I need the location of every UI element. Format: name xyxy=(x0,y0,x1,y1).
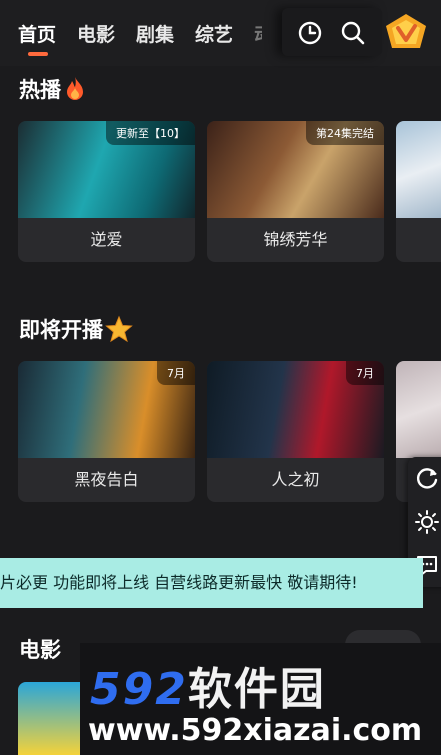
update-badge: 更新至【10】 xyxy=(106,121,195,145)
release-badge: 7月 xyxy=(157,361,195,385)
search-icon[interactable] xyxy=(340,20,366,46)
poster-image xyxy=(396,121,441,218)
tab-anime[interactable]: 动漫 xyxy=(254,20,262,47)
history-icon[interactable] xyxy=(297,20,323,46)
star-icon xyxy=(105,315,133,343)
refresh-icon[interactable] xyxy=(414,465,440,491)
section-title-movies: 电影 xyxy=(19,638,61,662)
brightness-icon[interactable] xyxy=(414,509,440,535)
video-title: 黑夜告白 xyxy=(74,470,139,489)
tab-home[interactable]: 首页 xyxy=(18,20,56,56)
top-toolbar xyxy=(282,8,382,56)
tab-series[interactable]: 剧集 xyxy=(136,20,174,47)
video-title: 人之初 xyxy=(271,470,320,489)
update-badge: 第24集完结 xyxy=(306,121,384,145)
fire-icon xyxy=(67,77,83,100)
video-card[interactable] xyxy=(396,121,441,262)
tab-variety[interactable]: 综艺 xyxy=(195,20,233,47)
video-title xyxy=(396,218,441,262)
category-tabs: 首页 电影 剧集 综艺 动漫 xyxy=(18,20,262,56)
video-card[interactable]: 7月 黑夜告白 xyxy=(18,361,195,502)
video-card[interactable]: 7月 人之初 xyxy=(207,361,384,502)
watermark-logo: 592软件园 xyxy=(90,664,326,715)
video-title: 逆爱 xyxy=(90,230,123,249)
tab-movies[interactable]: 电影 xyxy=(77,20,115,47)
top-nav-bar: 首页 电影 剧集 综艺 动漫 xyxy=(0,0,441,66)
watermark-url: www.592xiazai.com xyxy=(88,713,423,748)
video-title: 锦绣芳华 xyxy=(263,230,328,249)
section-title-coming-soon: 即将开播 xyxy=(19,314,133,344)
announcement-marquee: 片必更 功能即将上线 自营线路更新最快 敬请期待! xyxy=(0,558,423,608)
section-title-hot: 热播 xyxy=(19,74,87,104)
site-watermark: 592软件园 www.592xiazai.com xyxy=(80,643,441,755)
vip-logo[interactable] xyxy=(384,12,428,52)
video-card[interactable]: 更新至【10】 逆爱 xyxy=(18,121,195,262)
poster-image xyxy=(396,361,441,458)
release-badge: 7月 xyxy=(346,361,384,385)
video-card[interactable] xyxy=(18,682,88,755)
video-card[interactable]: 第24集完结 锦绣芳华 xyxy=(207,121,384,262)
